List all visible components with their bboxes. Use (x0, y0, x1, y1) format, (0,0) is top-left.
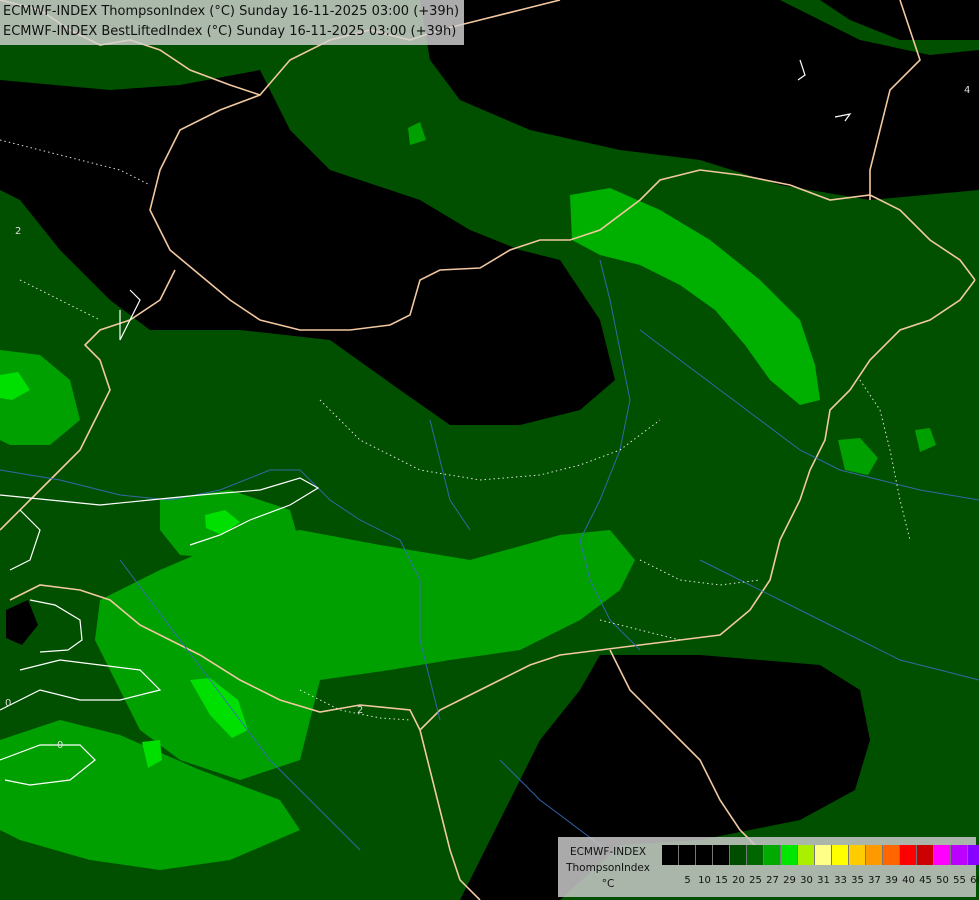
legend-swatch (798, 845, 815, 865)
legend-tick-label (662, 875, 679, 886)
legend-swatch (764, 845, 781, 865)
legend-model: ECMWF-INDEX (569, 846, 647, 858)
legend-swatch (679, 845, 696, 865)
legend-swatch (713, 845, 730, 865)
legend-tick-label: 60 (970, 875, 979, 886)
legend-tick-label: 35 (851, 875, 864, 886)
legend-tick-label: 27 (766, 875, 779, 886)
legend-swatch (781, 845, 798, 865)
legend-ticks: 5 10 15 20 25 27 29 30 31 33 35 37 39 40 45 50 55 60 (662, 875, 979, 886)
title-thompson-index: ECMWF-INDEX ThompsonIndex (°C) Sunday 16… (3, 4, 460, 19)
map-title-box: ECMWF-INDEX ThompsonIndex (°C) Sunday 16… (0, 0, 465, 45)
legend-tick-label: 45 (919, 875, 932, 886)
legend-swatch (934, 845, 951, 865)
contour-label: 0 (57, 740, 64, 751)
legend-swatch (662, 845, 679, 865)
contour-label: 4 (964, 85, 971, 96)
legend-swatch (900, 845, 917, 865)
color-legend: ECMWF-INDEX ThompsonIndex °C 5 10 15 20 25 27… (558, 837, 979, 897)
legend-swatch (951, 845, 968, 865)
legend-tick-label: 40 (902, 875, 915, 886)
contour-label: 0 (5, 698, 12, 709)
legend-tick-label: 20 (732, 875, 745, 886)
legend-tick-label: 25 (749, 875, 762, 886)
title-best-lifted-index: ECMWF-INDEX BestLiftedIndex (°C) Sunday … (3, 24, 457, 39)
legend-swatch (883, 845, 900, 865)
legend-swatch (747, 845, 764, 865)
legend-tick-label: 29 (783, 875, 796, 886)
legend-swatch (866, 845, 883, 865)
legend-tick-label: 37 (868, 875, 881, 886)
legend-tick-label: 39 (885, 875, 898, 886)
legend-parameter: ThompsonIndex (566, 862, 650, 874)
legend-swatch (849, 845, 866, 865)
legend-swatches (662, 845, 979, 865)
legend-swatch (730, 845, 747, 865)
legend-swatch (696, 845, 713, 865)
forecast-map (0, 0, 979, 900)
contour-label: 2 (357, 705, 364, 716)
legend-tick-label: 50 (936, 875, 949, 886)
contour-label: 2 (15, 226, 22, 237)
legend-swatch (968, 845, 979, 865)
legend-unit: °C (601, 878, 615, 890)
legend-tick-label: 5 (684, 875, 691, 886)
legend-tick-label: 30 (800, 875, 813, 886)
legend-swatch (815, 845, 832, 865)
legend-tick-label: 31 (817, 875, 830, 886)
legend-tick-label: 15 (715, 875, 728, 886)
legend-swatch (917, 845, 934, 865)
legend-tick-label: 33 (834, 875, 847, 886)
legend-tick-label: 55 (953, 875, 966, 886)
legend-swatch (832, 845, 849, 865)
legend-tick-label: 10 (698, 875, 711, 886)
